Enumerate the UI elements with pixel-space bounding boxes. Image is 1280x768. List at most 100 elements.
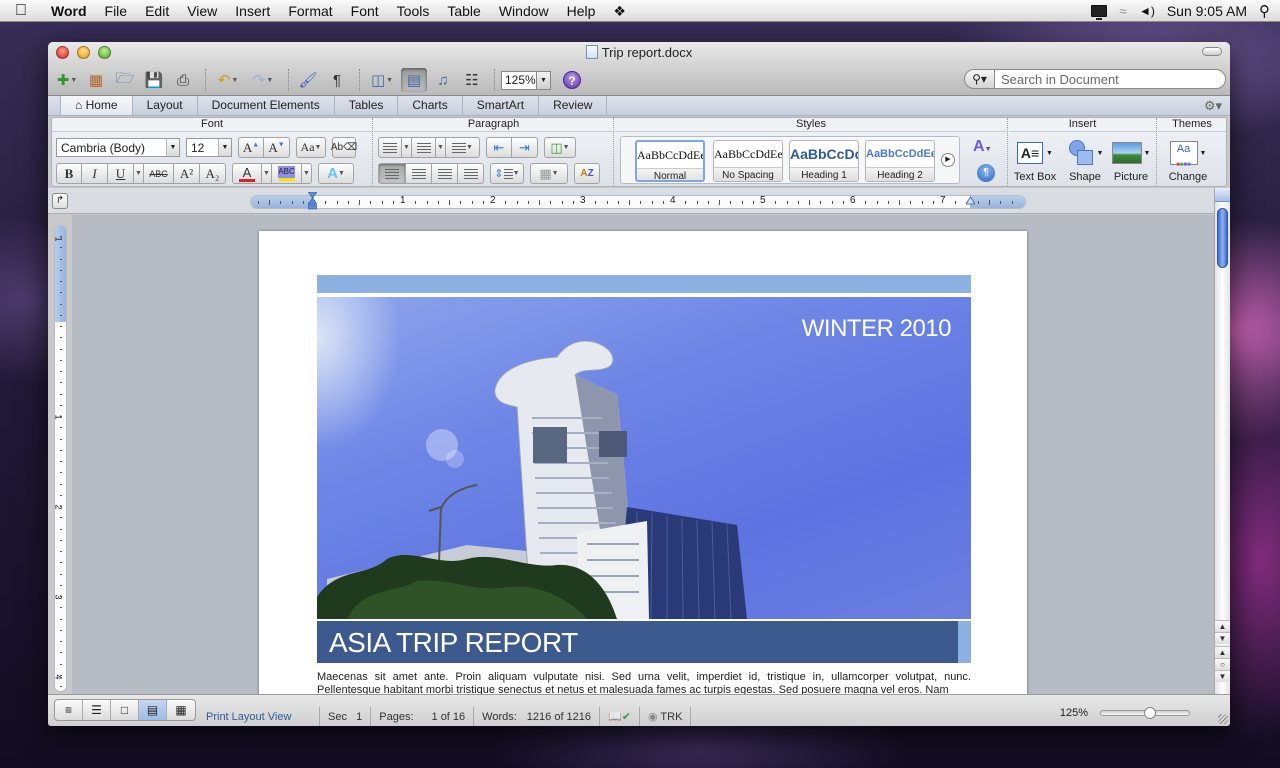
previous-page-icon[interactable]: ▲ <box>1215 646 1230 658</box>
volume-icon[interactable]: ◄) <box>1139 4 1155 18</box>
font-color-button[interactable]: A <box>232 163 262 184</box>
body-paragraph[interactable]: Maecenas sit amet ante. Proin aliquam vu… <box>317 671 971 694</box>
menu-app-word[interactable]: Word <box>42 0 96 22</box>
search-in-document-input[interactable] <box>994 69 1226 89</box>
columns-button[interactable]: ◫ ▼ <box>544 137 576 158</box>
ribbon-settings-gear-icon[interactable]: ⚙▾ <box>1204 96 1222 115</box>
vertical-ruler[interactable]: 1 1 2 3 4 <box>54 225 67 692</box>
tab-selector-icon[interactable]: ↱ <box>52 193 68 209</box>
save-button[interactable]: 💾 <box>141 68 167 92</box>
page-indicator[interactable]: Pages: 1 of 16 <box>371 707 475 726</box>
menu-insert[interactable]: Insert <box>226 0 279 22</box>
justify-button[interactable] <box>458 163 484 184</box>
scroll-up-arrow-icon[interactable]: ▲ <box>1215 620 1230 632</box>
menu-format[interactable]: Format <box>279 0 341 22</box>
tab-document-elements[interactable]: Document Elements <box>198 96 335 115</box>
tab-layout[interactable]: Layout <box>133 96 198 115</box>
scroll-thumb[interactable] <box>1217 208 1228 268</box>
decrease-indent-button[interactable]: ⇤ <box>486 137 512 158</box>
chevron-down-icon[interactable]: ▼ <box>537 70 551 90</box>
italic-button[interactable]: I <box>82 163 108 184</box>
outline-view-icon[interactable]: ☰ <box>83 700 111 720</box>
numbering-button[interactable] <box>412 137 436 158</box>
draft-view-icon[interactable]: ≡ <box>55 700 83 720</box>
horizontal-ruler[interactable]: 1 2 3 4 5 6 7 <box>250 195 1026 209</box>
align-right-button[interactable] <box>432 163 458 184</box>
borders-button[interactable]: ▦ ▼ <box>530 163 568 184</box>
zoom-slider[interactable] <box>1100 707 1190 719</box>
underline-options-button[interactable]: ▼ <box>134 163 144 184</box>
menu-file[interactable]: File <box>96 0 137 22</box>
tab-home[interactable]: ⌂ Home <box>60 96 133 115</box>
highlight-options-button[interactable]: ▼ <box>302 163 312 184</box>
style-heading-2[interactable]: AaBbCcDdEe Heading 2 <box>865 140 935 182</box>
style-heading-1[interactable]: AaBbCcDd Heading 1 <box>789 140 859 182</box>
cover-caption[interactable]: WINTER 2010 <box>802 315 952 343</box>
strikethrough-button[interactable]: ABC <box>144 163 174 184</box>
change-case-button[interactable]: Aa ▼ <box>296 137 326 158</box>
multilevel-list-button[interactable]: ▼ <box>446 137 480 158</box>
toggle-toolbar-button[interactable] <box>1202 47 1222 56</box>
open-button[interactable]: 🗁 <box>112 68 138 92</box>
apple-menu-icon[interactable]:  <box>0 2 42 20</box>
redo-button[interactable]: ↷ ▼ <box>247 68 279 92</box>
sidebar-button[interactable]: ◫ ▼ <box>366 68 398 92</box>
menu-view[interactable]: View <box>178 0 226 22</box>
tab-tables[interactable]: Tables <box>335 96 399 115</box>
shrink-font-button[interactable]: A▼ <box>264 137 290 158</box>
text-box-button[interactable]: A≡ ▼ Text Box <box>1013 138 1057 183</box>
increase-indent-button[interactable]: ⇥ <box>512 137 538 158</box>
align-center-button[interactable] <box>406 163 432 184</box>
shape-button[interactable]: ▼ Shape <box>1063 138 1107 183</box>
track-changes-indicator[interactable]: ◉ TRK <box>640 707 692 726</box>
left-indent-marker-icon[interactable] <box>308 192 317 210</box>
menu-edit[interactable]: Edit <box>136 0 178 22</box>
numbering-options-button[interactable]: ▼ <box>436 137 446 158</box>
publishing-layout-view-icon[interactable]: □ <box>111 700 139 720</box>
cover-photo-beijing-building[interactable]: WINTER 2010 <box>317 297 971 619</box>
media-browser-button[interactable]: ♫ <box>430 68 456 92</box>
scroll-down-arrow-icon[interactable]: ▼ <box>1215 632 1230 644</box>
styles-next-arrow-icon[interactable]: ▶ <box>941 153 955 167</box>
show-formatting-button[interactable]: ¶ <box>324 68 350 92</box>
change-theme-button[interactable]: Aa ■■■■ ▼ Change <box>1166 138 1210 183</box>
font-color-options-button[interactable]: ▼ <box>262 163 272 184</box>
font-name-select[interactable]: Cambria (Body) ▼ <box>56 138 180 157</box>
help-button[interactable]: ? <box>563 71 581 89</box>
zoom-select[interactable]: 125% ▼ <box>501 70 551 90</box>
gallery-button[interactable]: ▦ <box>83 68 109 92</box>
wifi-icon[interactable]: ≈ <box>1119 3 1127 19</box>
document-page[interactable]: WINTER 2010 ASIA TRIP REPORT Maecenas si… <box>259 231 1027 694</box>
menu-clock[interactable]: Sun 9:05 AM <box>1167 3 1247 19</box>
right-indent-marker-icon[interactable] <box>966 192 975 210</box>
sort-button[interactable]: AZ <box>574 163 600 184</box>
underline-button[interactable]: U <box>108 163 134 184</box>
align-left-button[interactable] <box>378 163 406 184</box>
resize-grip-icon[interactable] <box>1218 714 1228 724</box>
bullets-options-button[interactable]: ▼ <box>402 137 412 158</box>
menu-tools[interactable]: Tools <box>388 0 439 22</box>
grow-font-button[interactable]: A▲ <box>238 137 264 158</box>
tab-review[interactable]: Review <box>539 96 608 115</box>
bullets-button[interactable] <box>378 137 402 158</box>
menu-window[interactable]: Window <box>490 0 558 22</box>
document-heading[interactable]: ASIA TRIP REPORT <box>329 627 578 659</box>
search-options-icon[interactable]: ⚲▾ <box>964 69 994 89</box>
new-document-button[interactable]: ✚ ▼ <box>54 68 80 92</box>
clear-formatting-button[interactable]: Ab⌫ <box>331 137 357 158</box>
font-size-select[interactable]: 12 ▼ <box>186 138 232 157</box>
tab-charts[interactable]: Charts <box>398 96 463 115</box>
print-layout-view-icon[interactable]: ▤ <box>139 700 167 720</box>
format-painter-button[interactable]: 🖌 <box>295 68 321 92</box>
chevron-down-icon[interactable]: ▼ <box>166 139 179 156</box>
style-no-spacing[interactable]: AaBbCcDdEe No Spacing <box>713 140 783 182</box>
tab-smartart[interactable]: SmartArt <box>463 96 540 115</box>
spelling-status-icon[interactable]: 📖✔ <box>600 707 640 726</box>
notebook-layout-view-icon[interactable]: ▦ <box>167 700 195 720</box>
split-window-icon[interactable] <box>1215 188 1230 202</box>
zoom-select-value[interactable]: 125% <box>501 70 537 90</box>
highlight-button[interactable]: ABC <box>272 163 302 184</box>
zoom-slider-knob[interactable] <box>1143 707 1156 719</box>
menu-table[interactable]: Table <box>438 0 489 22</box>
section-indicator[interactable]: Sec 1 <box>320 707 372 726</box>
